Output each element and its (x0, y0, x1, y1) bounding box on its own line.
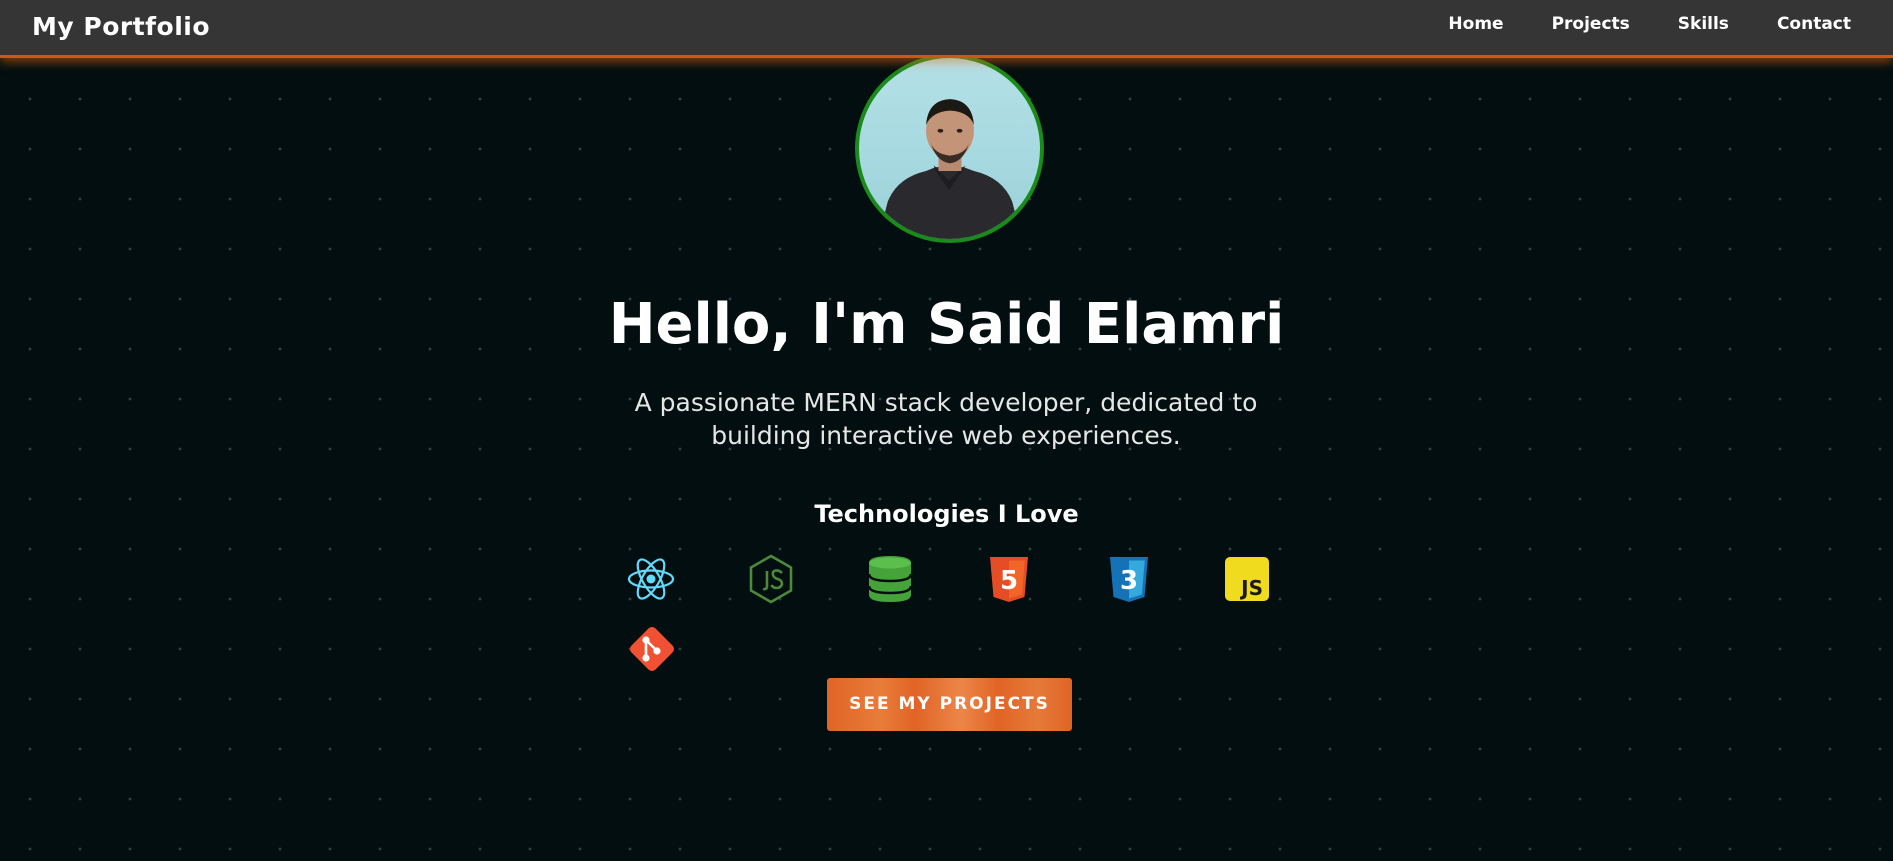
brand-logo[interactable]: My Portfolio (32, 12, 210, 41)
hero-subtitle: A passionate MERN stack developer, dedic… (634, 388, 1258, 450)
nav-contact[interactable]: Contact (1777, 14, 1851, 34)
html5-icon: 5 (983, 553, 1035, 605)
nav-links: Home Projects Skills Contact (1400, 14, 1851, 34)
nav-skills[interactable]: Skills (1678, 14, 1729, 34)
avatar (855, 54, 1044, 243)
profile-photo-icon (878, 99, 1022, 239)
react-icon (625, 553, 677, 605)
nav-home[interactable]: Home (1448, 14, 1503, 34)
see-projects-button[interactable]: SEE MY PROJECTS (827, 678, 1072, 731)
nodejs-icon (745, 553, 797, 605)
svg-text:3: 3 (1120, 566, 1138, 596)
svg-text:JS: JS (1239, 576, 1263, 600)
css3-icon: 3 (1103, 553, 1155, 605)
git-icon (626, 623, 678, 675)
technologies-heading: Technologies I Love (814, 500, 1079, 528)
javascript-icon: JS (1221, 553, 1273, 605)
svg-text:5: 5 (1000, 566, 1018, 596)
database-icon (864, 553, 916, 605)
nav-projects[interactable]: Projects (1552, 14, 1630, 34)
navbar: My Portfolio Home Projects Skills Contac… (0, 0, 1893, 58)
hero-title: Hello, I'm Said Elamri (608, 292, 1285, 357)
